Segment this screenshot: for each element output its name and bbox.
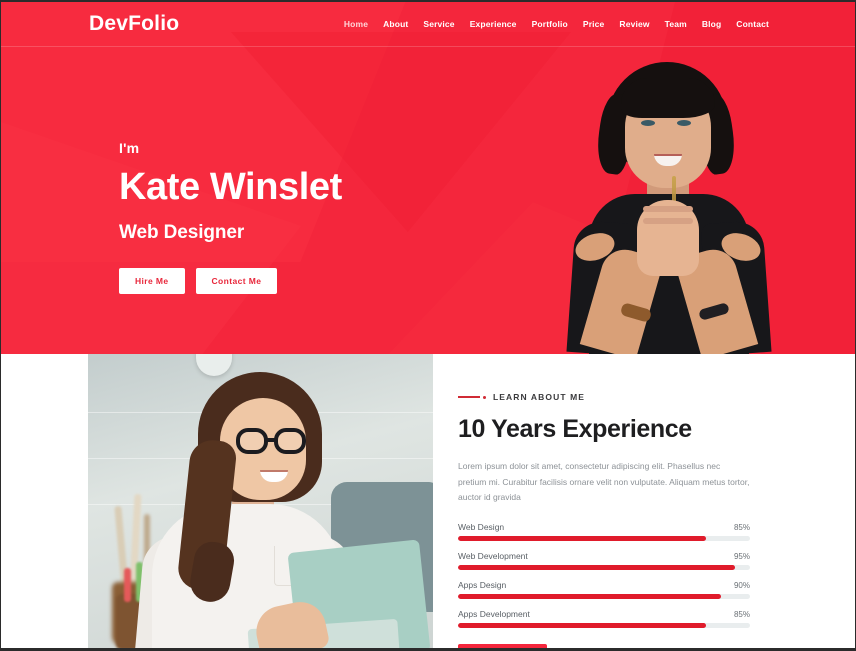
nav-link-about[interactable]: About — [383, 19, 408, 29]
skill-progress-track — [458, 623, 750, 629]
nav-menu: Home About Service Experience Portfolio … — [344, 19, 769, 29]
hero-section: DevFolio Home About Service Experience P… — [1, 2, 855, 354]
skills-list: Web Design 85% Web Development 95% Apps … — [458, 522, 750, 629]
skill-item: Apps Design 90% — [458, 580, 750, 600]
skill-progress-fill — [458, 565, 736, 571]
about-eyebrow-label: LEARN ABOUT ME — [493, 392, 586, 402]
skill-progress-track — [458, 536, 750, 542]
dash-icon — [458, 396, 480, 398]
nav-link-review[interactable]: Review — [619, 19, 649, 29]
about-section: LEARN ABOUT ME 10 Years Experience Lorem… — [1, 354, 855, 648]
navbar: DevFolio Home About Service Experience P… — [1, 2, 855, 46]
dot-icon — [483, 395, 486, 399]
hero-content: I'm Kate Winslet Web Designer Hire Me Co… — [1, 46, 855, 354]
skill-percent: 85% — [733, 610, 750, 620]
nav-link-home[interactable]: Home — [344, 19, 368, 29]
skill-label: Web Design — [458, 522, 505, 533]
skill-progress-fill — [458, 623, 707, 629]
page-root: DevFolio Home About Service Experience P… — [0, 0, 856, 651]
nav-link-experience[interactable]: Experience — [470, 19, 517, 29]
hero-role: Web Designer — [119, 221, 245, 243]
nav-link-price[interactable]: Price — [583, 19, 605, 29]
about-eyebrow: LEARN ABOUT ME — [458, 392, 750, 402]
nav-link-contact[interactable]: Contact — [736, 19, 769, 29]
skill-progress-track — [458, 565, 750, 571]
skill-label: Apps Design — [458, 580, 507, 591]
skill-percent: 90% — [733, 581, 750, 591]
nav-link-team[interactable]: Team — [665, 19, 687, 29]
nav-link-blog[interactable]: Blog — [702, 19, 721, 29]
skill-item: Web Design 85% — [458, 522, 750, 542]
hero-button-group: Hire Me Contact Me — [119, 267, 519, 294]
learn-more-button[interactable]: Learn More — [458, 644, 547, 648]
about-paragraph: Lorem ipsum dolor sit amet, consectetur … — [458, 461, 750, 503]
about-photo — [88, 354, 433, 648]
nav-link-portfolio[interactable]: Portfolio — [532, 19, 568, 29]
skill-progress-fill — [458, 536, 707, 542]
skill-percent: 95% — [733, 552, 750, 562]
about-text-block: LEARN ABOUT ME 10 Years Experience Lorem… — [433, 354, 855, 648]
contact-me-button[interactable]: Contact Me — [195, 267, 278, 294]
skill-progress-fill — [458, 594, 721, 600]
hire-me-button[interactable]: Hire Me — [119, 267, 185, 294]
skill-progress-track — [458, 594, 750, 600]
hero-text-block: I'm Kate Winslet Web Designer Hire Me Co… — [119, 46, 519, 354]
skill-percent: 85% — [733, 523, 750, 533]
hero-greeting: I'm — [119, 140, 140, 156]
hero-name: Kate Winslet — [119, 166, 342, 208]
nav-link-service[interactable]: Service — [423, 19, 454, 29]
skill-item: Web Development 95% — [458, 551, 750, 571]
skill-label: Web Development — [458, 551, 528, 562]
site-logo[interactable]: DevFolio — [89, 12, 179, 36]
skill-label: Apps Development — [458, 609, 530, 620]
skill-item: Apps Development 85% — [458, 609, 750, 629]
about-heading: 10 Years Experience — [458, 415, 692, 443]
